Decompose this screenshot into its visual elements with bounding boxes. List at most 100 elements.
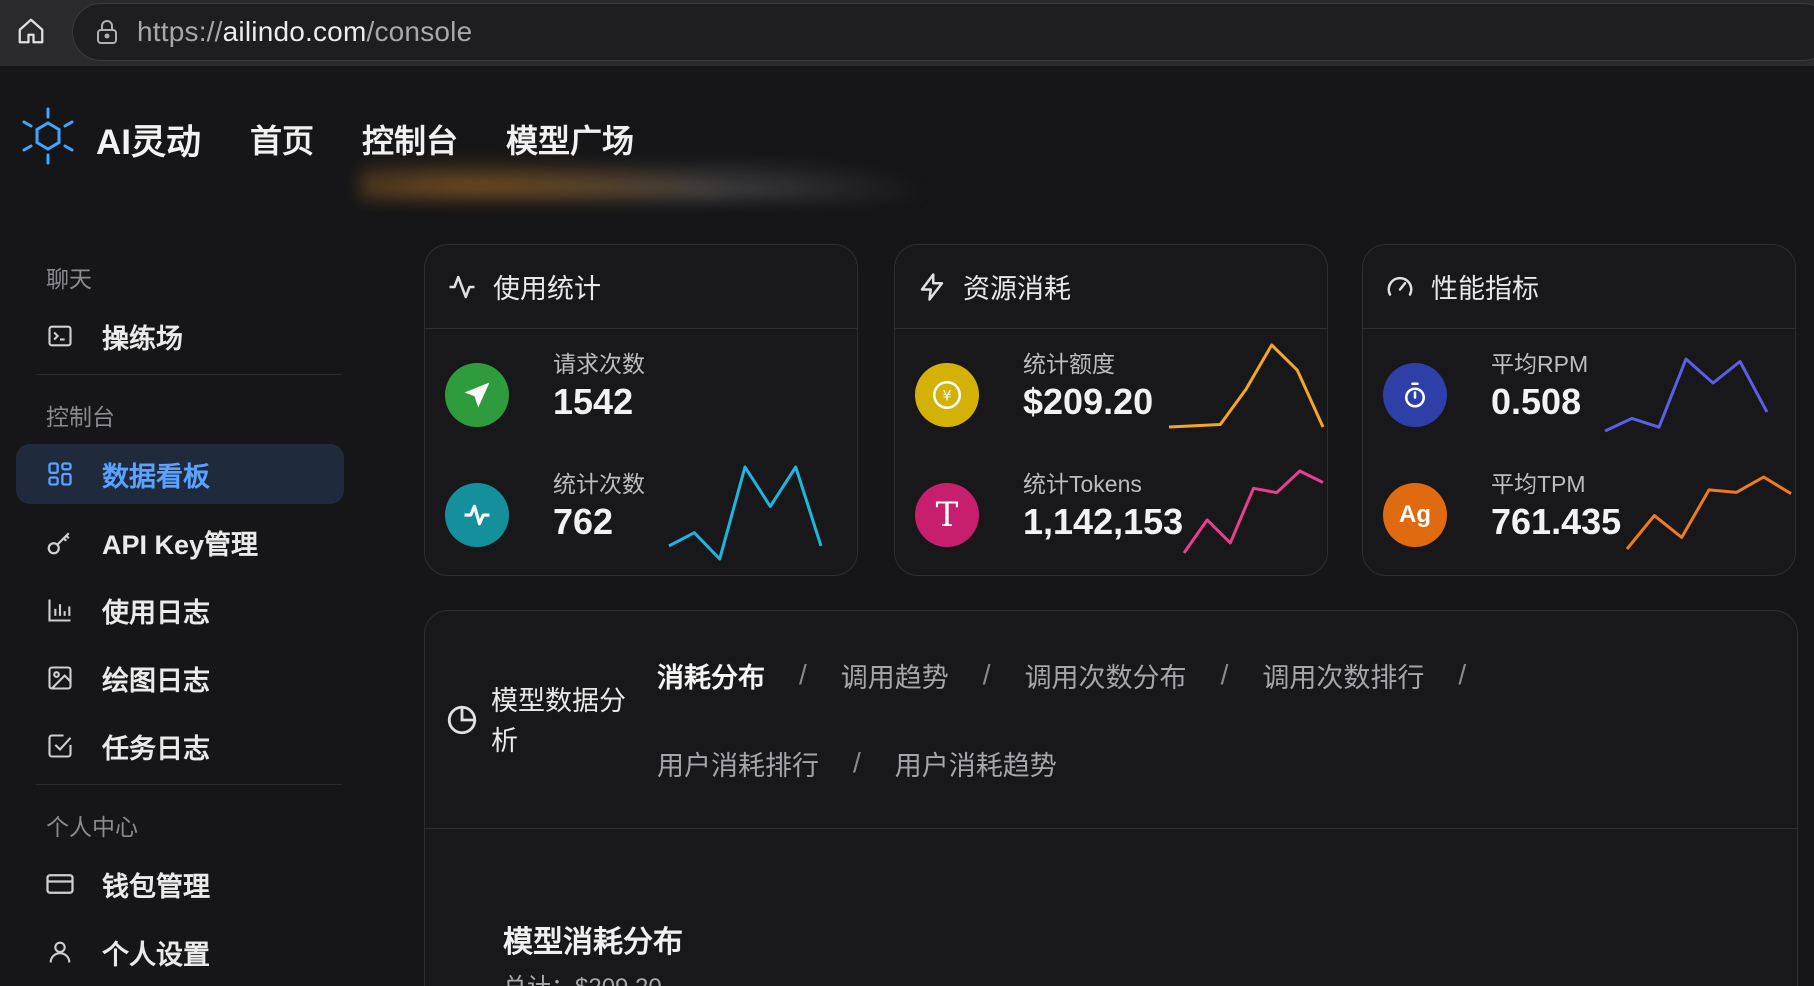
- sidebar-item-playground[interactable]: 操练场: [16, 306, 344, 366]
- sidebar-item-api-keys[interactable]: API Key管理: [16, 512, 344, 572]
- tab-separator: /: [799, 659, 807, 690]
- tab-user-consumption-trend[interactable]: 用户消耗趋势: [895, 744, 1057, 783]
- url-text: https://ailindo.com/console: [137, 16, 473, 47]
- sparkline-series: [1625, 475, 1792, 550]
- tab-row: 用户消耗排行 / 用户消耗趋势: [657, 739, 1757, 787]
- coin-icon: ¥: [915, 363, 979, 427]
- wallet-icon: [44, 868, 76, 900]
- sidebar-item-drawing-logs[interactable]: 绘图日志: [16, 648, 344, 708]
- sidebar-item-settings[interactable]: 个人设置: [16, 922, 344, 982]
- tab-row: 消耗分布 / 调用趋势 / 调用次数分布 / 调用次数排行 /: [657, 651, 1757, 699]
- sparkline-series: [1604, 357, 1769, 433]
- sparkline-series: [1168, 343, 1325, 429]
- metric-label: 请求次数: [553, 351, 645, 377]
- sparkline-count: [668, 465, 823, 561]
- tab-call-count-ranking[interactable]: 调用次数排行: [1262, 656, 1424, 695]
- ag-badge-icon: Ag: [1383, 483, 1447, 547]
- tab-call-count-distribution[interactable]: 调用次数分布: [1025, 656, 1187, 695]
- sidebar-section-personal: 个人中心: [46, 814, 138, 840]
- tab-separator: /: [1220, 659, 1229, 690]
- pulse-icon: [445, 483, 509, 547]
- app-header: AI灵动 首页 控制台 模型广场: [0, 66, 1814, 200]
- sidebar-item-dashboard[interactable]: 数据看板: [16, 444, 344, 504]
- gauge-icon: [1383, 270, 1417, 304]
- sparkline-tokens: [1182, 469, 1324, 554]
- sparkline-tpm: [1625, 475, 1792, 550]
- sidebar-item-label: 个人设置: [102, 939, 210, 970]
- card-header: 使用统计: [425, 245, 857, 329]
- sidebar-item-label: 操练场: [102, 323, 183, 354]
- panel-title: 模型数据分析: [491, 686, 626, 756]
- divider: [36, 374, 342, 375]
- resource-consumption-card: 资源消耗 ¥ 统计额度 $209.20 T 统计Tokens 1,142,153: [894, 244, 1328, 576]
- sidebar-item-label: 钱包管理: [102, 871, 210, 902]
- usage-stats-card: 使用统计 请求次数 1542 统计次数 762: [424, 244, 858, 576]
- metric-label: 统计额度: [1023, 351, 1115, 377]
- tab-consumption-distribution[interactable]: 消耗分布: [657, 656, 765, 695]
- panel-header: 模型数据分析 消耗分布 / 调用趋势 / 调用次数分布 / 调用次数排行 / 用…: [425, 611, 1797, 829]
- bar-chart-icon: [44, 594, 76, 626]
- tab-user-consumption-ranking[interactable]: 用户消耗排行: [657, 744, 819, 783]
- sidebar-item-usage-logs[interactable]: 使用日志: [16, 580, 344, 640]
- nav-model-market[interactable]: 模型广场: [506, 116, 634, 162]
- sparkline-series: [668, 465, 823, 561]
- brand-name[interactable]: AI灵动: [96, 114, 201, 165]
- sidebar-item-task-logs[interactable]: 任务日志: [16, 716, 344, 776]
- send-icon: [445, 363, 509, 427]
- image-icon: [44, 662, 76, 694]
- analysis-tabs: 消耗分布 / 调用趋势 / 调用次数分布 / 调用次数排行 / 用户消耗排行 /…: [657, 651, 1757, 827]
- top-navigation: 首页 控制台 模型广场: [250, 116, 634, 162]
- metric-label: 平均RPM: [1491, 351, 1589, 377]
- divider: [36, 784, 342, 785]
- tab-separator: /: [1458, 659, 1467, 690]
- user-icon: [44, 936, 76, 968]
- stopwatch-icon: [1383, 363, 1447, 427]
- model-analysis-panel: 模型数据分析 消耗分布 / 调用趋势 / 调用次数分布 / 调用次数排行 / 用…: [424, 610, 1798, 986]
- dashboard-grid-icon: [44, 458, 76, 490]
- sidebar-item-label: 数据看板: [102, 461, 210, 492]
- sparkline-series: [1182, 469, 1324, 554]
- metric-label: 统计Tokens: [1023, 471, 1142, 497]
- pie-chart-icon: [447, 705, 477, 735]
- sidebar-section-chat: 聊天: [46, 266, 92, 292]
- sidebar-item-label: 使用日志: [102, 597, 210, 628]
- sparkline-quota: [1168, 343, 1325, 429]
- metric-value: 1,142,153: [1023, 501, 1184, 542]
- sidebar-item-label: 绘图日志: [102, 665, 210, 696]
- metric-value: $209.20: [1023, 381, 1154, 422]
- metric-value: 761.435: [1491, 501, 1622, 542]
- lock-icon: [93, 18, 121, 46]
- lightning-icon: [915, 270, 949, 304]
- address-bar[interactable]: https://ailindo.com/console: [72, 3, 1814, 61]
- sidebar-item-wallet[interactable]: 钱包管理: [16, 854, 344, 914]
- nav-home[interactable]: 首页: [250, 116, 314, 162]
- sidebar-item-label: 任务日志: [102, 733, 210, 764]
- metric-value: 0.508: [1491, 381, 1582, 422]
- check-square-icon: [44, 730, 76, 762]
- svg-text:¥: ¥: [942, 389, 951, 405]
- sparkline-rpm: [1604, 357, 1769, 433]
- card-header: 资源消耗: [895, 245, 1327, 329]
- metric-label: 平均TPM: [1491, 471, 1586, 497]
- card-header: 性能指标: [1363, 245, 1795, 329]
- activity-icon: [445, 270, 479, 304]
- card-title: 性能指标: [1431, 274, 1539, 304]
- card-title: 使用统计: [493, 274, 601, 304]
- logo-icon[interactable]: [18, 106, 78, 166]
- card-title: 资源消耗: [963, 274, 1071, 304]
- tab-separator: /: [982, 659, 991, 690]
- key-icon: [44, 526, 76, 558]
- nav-console[interactable]: 控制台: [362, 116, 458, 162]
- sidebar-item-label: API Key管理: [102, 529, 259, 560]
- metric-label: 统计次数: [553, 471, 645, 497]
- sidebar: 聊天 操练场 控制台 数据看板 API Key管理 使用日志 绘图日志 任务日志…: [0, 200, 360, 986]
- tab-call-trend[interactable]: 调用趋势: [841, 656, 949, 695]
- terminal-icon: [44, 320, 76, 352]
- metric-value: 1542: [553, 381, 634, 422]
- home-icon[interactable]: [14, 14, 48, 48]
- sidebar-section-console: 控制台: [46, 404, 115, 430]
- tab-separator: /: [853, 747, 861, 778]
- browser-toolbar: https://ailindo.com/console: [0, 0, 1814, 66]
- section-total: 总计：$209.20: [503, 967, 662, 986]
- text-t-icon: T: [915, 483, 979, 547]
